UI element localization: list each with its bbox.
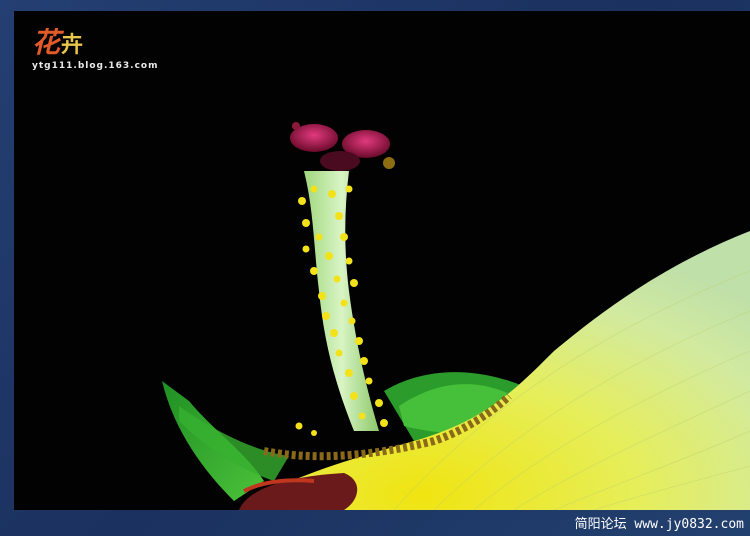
stigma bbox=[290, 122, 395, 171]
hibiscus-stamen-image bbox=[162, 122, 750, 510]
watermark-url: ytg111.blog.163.com bbox=[32, 61, 159, 71]
page-frame: 花卉 ytg111.blog.163.com 简阳论坛 www.jy0832.c… bbox=[0, 0, 750, 536]
footer-site-text: 简阳论坛 www.jy0832.com bbox=[574, 517, 744, 532]
footer-bar: 简阳论坛 www.jy0832.com bbox=[0, 510, 750, 536]
watermark-title-first: 花 bbox=[32, 26, 62, 59]
watermark-title-rest: 卉 bbox=[61, 32, 85, 58]
watermark-title: 花卉 bbox=[32, 21, 84, 61]
flower-photo: 花卉 ytg111.blog.163.com bbox=[14, 11, 750, 510]
